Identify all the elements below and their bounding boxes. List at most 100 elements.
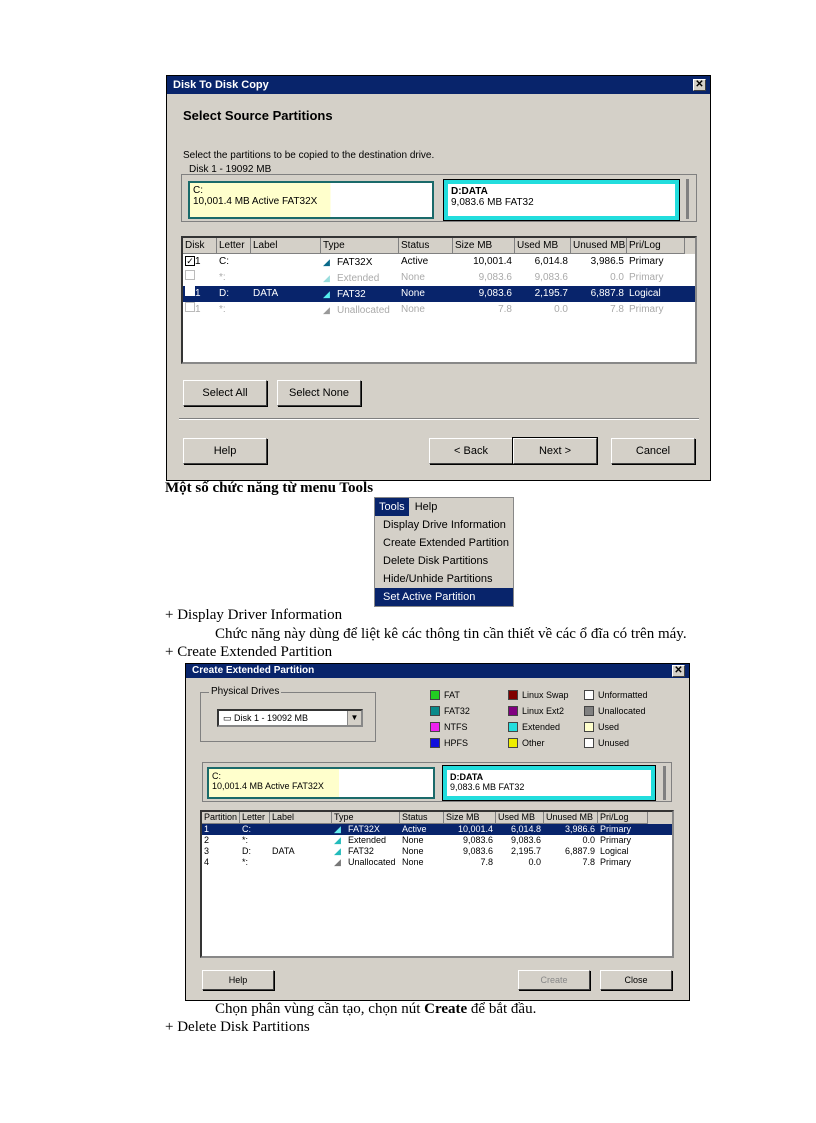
cell-size: 7.8 xyxy=(498,304,512,315)
select-none-button[interactable]: Select None xyxy=(277,380,361,406)
partition-d-name: D:DATA xyxy=(451,186,488,197)
partition-d-block[interactable]: D:DATA 9,083.6 MB FAT32 xyxy=(442,765,656,801)
table-row[interactable]: 1 C: ◢ FAT32X Active 10,001.4 6,014.8 3,986.6 Pr… xyxy=(202,824,672,835)
col-unused[interactable]: Unused MB xyxy=(571,238,627,254)
cell-partition: 1 xyxy=(204,824,210,834)
col-letter[interactable]: Letter xyxy=(217,238,251,254)
legend-swatch xyxy=(584,722,594,732)
select-all-button[interactable]: Select All xyxy=(183,380,267,406)
col-unused[interactable]: Unused MB xyxy=(544,812,598,824)
cell-type: ◢ FAT32 xyxy=(332,846,400,857)
help-button[interactable]: Help xyxy=(202,970,274,990)
legend-item: Extended xyxy=(508,722,560,732)
cell-prilog: Primary xyxy=(600,835,631,845)
cell-status: None xyxy=(401,272,425,283)
cell-label: DATA xyxy=(253,288,279,299)
col-status[interactable]: Status xyxy=(399,238,453,254)
partition-icon: ◢ xyxy=(323,273,330,283)
dialog-title: Create Extended Partition xyxy=(192,665,315,676)
col-prilog[interactable]: Pri/Log xyxy=(598,812,648,824)
help-button[interactable]: Help xyxy=(183,438,267,464)
table-row[interactable]: 2 *: ◢ Extended None 9,083.6 9,083.6 0.0 Primary xyxy=(202,835,672,846)
legend-item: Unformatted xyxy=(584,690,648,700)
cell-label: DATA xyxy=(272,846,295,856)
menu-item-delete-partitions[interactable]: Delete Disk Partitions xyxy=(375,552,513,570)
legend-swatch xyxy=(508,706,518,716)
menu-help[interactable]: Help xyxy=(409,498,444,516)
legend-label: Linux Ext2 xyxy=(522,706,565,716)
col-disk[interactable]: Disk xyxy=(183,238,217,254)
col-used[interactable]: Used MB xyxy=(515,238,571,254)
cell-type-text: Unallocated xyxy=(348,857,396,867)
back-button[interactable]: < Back xyxy=(429,438,513,464)
next-button[interactable]: Next > xyxy=(512,437,598,465)
legend-item: NTFS xyxy=(430,722,468,732)
legend-item: FAT32 xyxy=(430,706,470,716)
table-row[interactable]: 1 D: DATA ◢ FAT32 None 9,083.6 2,195.7 6,… xyxy=(183,286,695,302)
legend-swatch xyxy=(508,722,518,732)
cell-type: Unallocated xyxy=(337,305,390,316)
cell-type: FAT32X xyxy=(337,257,373,268)
table-row[interactable]: ✓1 C: ◢ FAT32X Active 10,001.4 6,014.8 3,… xyxy=(183,254,695,270)
col-status[interactable]: Status xyxy=(400,812,444,824)
cell-used: 2,195.7 xyxy=(510,846,541,856)
partition-c-block[interactable]: C: 10,001.4 MB Active FAT32X xyxy=(188,181,434,219)
cell-type-text: Extended xyxy=(348,835,387,845)
cell-disk: 1 xyxy=(195,304,201,315)
cell-type: FAT32 xyxy=(337,289,366,300)
legend-item: HPFS xyxy=(430,738,468,748)
tools-menu: Tools Help Display Drive Information Cre… xyxy=(374,497,514,607)
cell-size: 9,083.6 xyxy=(462,835,493,845)
menu-item-hide-unhide[interactable]: Hide/Unhide Partitions xyxy=(375,570,513,588)
partition-d-name: D:DATA xyxy=(450,772,484,782)
chevron-down-icon[interactable]: ▼ xyxy=(347,711,361,725)
partition-c-block[interactable]: C: 10,001.4 MB Active FAT32X xyxy=(207,767,435,799)
menu-item-create-extended[interactable]: Create Extended Partition xyxy=(375,534,513,552)
col-size[interactable]: Size MB xyxy=(444,812,496,824)
partition-icon: ◢ xyxy=(334,835,341,845)
table-row[interactable]: 3 D: DATA ◢ FAT32 None 9,083.6 2,195.7 6,887.9 Lo… xyxy=(202,846,672,857)
menu-tools[interactable]: Tools xyxy=(375,498,409,516)
col-size[interactable]: Size MB xyxy=(453,238,515,254)
col-label[interactable]: Label xyxy=(270,812,332,824)
cell-prilog: Primary xyxy=(629,304,664,315)
table-row[interactable]: 4 *: ◢ Unallocated None 7.8 0.0 7.8 Primary xyxy=(202,857,672,868)
table-row[interactable]: 1 *: ◢ Unallocated None 7.8 0.0 7.8 Prima… xyxy=(183,302,695,318)
col-used[interactable]: Used MB xyxy=(496,812,544,824)
partition-d-block[interactable]: D:DATA 9,083.6 MB FAT32 xyxy=(443,179,680,221)
cell-status: None xyxy=(402,835,424,845)
cell-type: ◢ FAT32X xyxy=(332,824,400,835)
instruction-text: Select the partitions to be copied to th… xyxy=(183,150,435,161)
partition-map-divider xyxy=(663,766,666,800)
partition-c-name: C: xyxy=(212,771,221,781)
col-type[interactable]: Type xyxy=(332,812,400,824)
col-label[interactable]: Label xyxy=(251,238,321,254)
cell-used: 0.0 xyxy=(528,857,541,867)
checkbox-checked[interactable]: ✓ xyxy=(185,256,195,266)
cell-unused: 3,986.6 xyxy=(564,824,595,834)
cell-label xyxy=(270,824,332,835)
table-row[interactable]: *: ◢ Extended None 9,083.6 9,083.6 0.0 Pr… xyxy=(183,270,695,286)
partition-icon: ◢ xyxy=(323,305,330,315)
drive-select[interactable]: ▭ Disk 1 - 19092 MB ▼ xyxy=(217,709,363,727)
legend-swatch xyxy=(584,738,594,748)
menu-item-display-drive-info[interactable]: Display Drive Information xyxy=(375,516,513,534)
cancel-button[interactable]: Cancel xyxy=(611,438,695,464)
cell-status: None xyxy=(402,857,424,867)
partitions-list[interactable]: Partition Letter Label Type Status Size … xyxy=(200,810,674,958)
close-icon[interactable]: ✕ xyxy=(693,79,706,91)
menu-item-set-active[interactable]: Set Active Partition xyxy=(375,588,513,606)
col-partition[interactable]: Partition xyxy=(202,812,240,824)
partition-icon: ◢ xyxy=(323,289,330,299)
create-button[interactable]: Create xyxy=(518,970,590,990)
col-prilog[interactable]: Pri/Log xyxy=(627,238,685,254)
col-type[interactable]: Type xyxy=(321,238,399,254)
close-button[interactable]: Close xyxy=(600,970,672,990)
create-description: Chọn phân vùng cần tạo, chọn nút Create … xyxy=(215,1001,536,1018)
checkbox-unchecked[interactable] xyxy=(185,286,195,296)
col-letter[interactable]: Letter xyxy=(240,812,270,824)
partition-d-desc: 9,083.6 MB FAT32 xyxy=(450,782,525,792)
cell-letter: D: xyxy=(219,288,229,299)
close-icon[interactable]: ✕ xyxy=(672,665,685,677)
source-partitions-list[interactable]: Disk Letter Label Type Status Size MB Us… xyxy=(181,236,697,364)
